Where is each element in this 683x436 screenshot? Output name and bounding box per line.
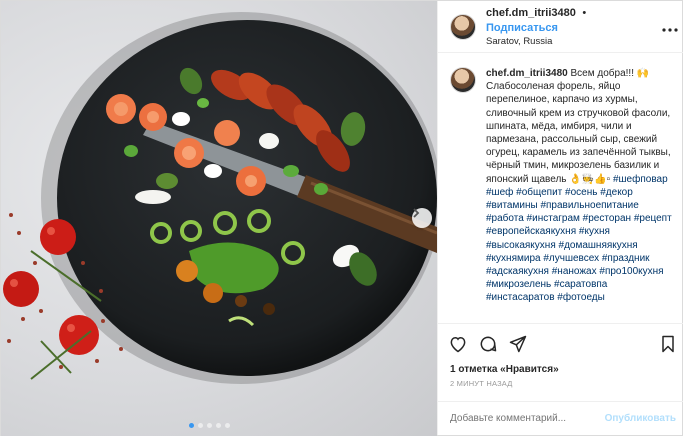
share-button[interactable] — [508, 334, 528, 354]
post-photo[interactable] — [1, 1, 437, 436]
carousel-dot — [207, 423, 212, 428]
comment-input[interactable] — [450, 413, 605, 424]
more-options-button[interactable] — [662, 19, 678, 35]
food-plate-image — [3, 12, 437, 384]
likes-suffix: «Нравится» — [497, 364, 559, 375]
username-link[interactable]: chef.dm_itrii3480 — [486, 7, 576, 19]
follow-button[interactable]: Подписаться — [486, 22, 558, 34]
share-icon — [509, 335, 527, 352]
action-bar — [438, 323, 683, 363]
post-header: chef.dm_itrii3480 • Подписаться Saratov,… — [438, 1, 683, 53]
comment-button[interactable] — [478, 334, 498, 354]
carousel-dot — [189, 423, 194, 428]
heart-icon — [450, 336, 466, 352]
publish-button[interactable]: Опубликовать — [605, 413, 676, 424]
post-sidebar: chef.dm_itrii3480 • Подписаться Saratov,… — [437, 1, 683, 435]
avatar[interactable] — [450, 13, 476, 40]
comments-section[interactable]: chef.dm_itrii3480 Всем добра!!! 🙌 Слабос… — [438, 53, 683, 323]
bookmark-icon — [662, 335, 674, 352]
next-photo-button[interactable] — [412, 208, 432, 228]
avatar[interactable] — [450, 67, 476, 93]
caption-hashtags[interactable]: #шефповар #шеф #общепит #осень #декор #в… — [486, 174, 672, 304]
separator-dot: • — [582, 6, 587, 19]
more-horizontal-icon — [662, 19, 678, 35]
like-button[interactable] — [448, 334, 468, 354]
caption-text: Всем добра!!! 🙌 Слабосоленая форель, яйц… — [486, 68, 671, 185]
header-info: chef.dm_itrii3480 • Подписаться Saratov,… — [486, 5, 662, 49]
save-button[interactable] — [658, 334, 678, 354]
post-timestamp[interactable]: 2 МИНУТ НАЗАД — [438, 377, 683, 397]
add-comment-bar: Опубликовать — [438, 401, 683, 435]
likes-number: 1 отметка — [450, 364, 498, 375]
instagram-post: chef.dm_itrii3480 • Подписаться Saratov,… — [0, 0, 683, 436]
carousel-dot — [216, 423, 221, 428]
comment-icon — [480, 336, 497, 351]
carousel-dot — [225, 423, 230, 428]
carousel-indicator — [189, 423, 230, 428]
location-link[interactable]: Saratov, Russia — [486, 35, 662, 49]
likes-count[interactable]: 1 отметка «Нравится» — [438, 363, 683, 377]
carousel-dot — [198, 423, 203, 428]
post-caption: chef.dm_itrii3480 Всем добра!!! 🙌 Слабос… — [486, 67, 676, 323]
caption-username[interactable]: chef.dm_itrii3480 — [486, 68, 568, 79]
